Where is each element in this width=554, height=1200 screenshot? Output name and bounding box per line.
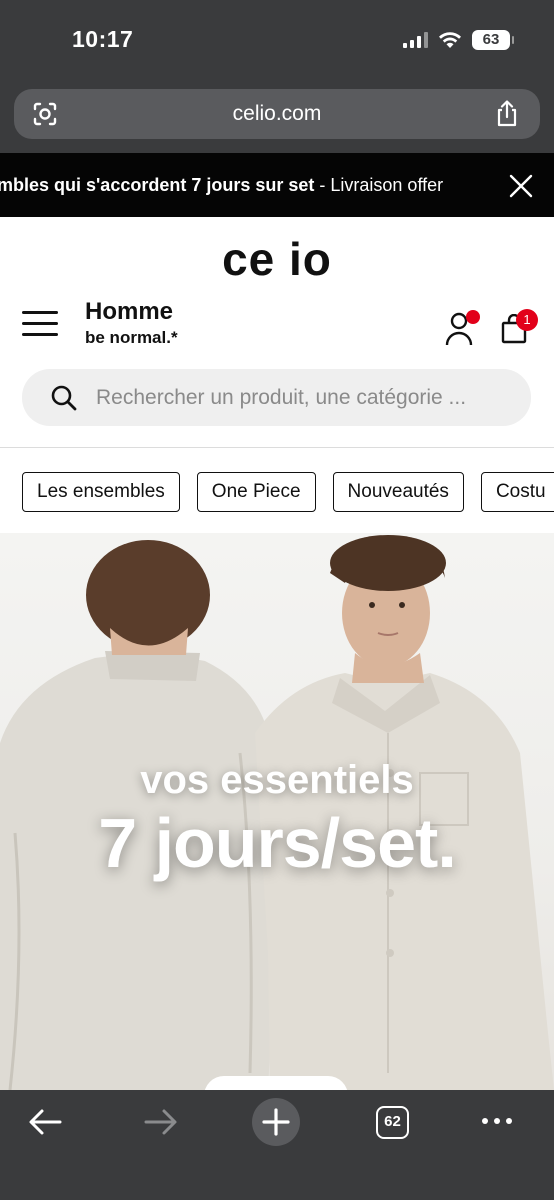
plus-icon (262, 1108, 290, 1136)
close-icon[interactable] (508, 173, 534, 199)
promo-banner[interactable]: mbles qui s'accordent 7 jours sur set - … (0, 153, 554, 217)
browser-chrome-top: 10:17 63 celio.com (0, 0, 554, 153)
battery-icon: 63 (472, 30, 514, 50)
hero-subtitle: vos essentiels (140, 758, 414, 802)
tabs-icon[interactable]: 62 (376, 1106, 409, 1139)
share-icon[interactable] (494, 100, 520, 128)
forward-arrow-icon[interactable] (144, 1108, 178, 1136)
hero-title: 7 jours/set. (98, 804, 457, 882)
brand-tagline: be normal.* (85, 328, 178, 347)
hero-banner[interactable]: vos essentiels 7 jours/set. (0, 533, 554, 1090)
account-notification-dot (466, 310, 480, 324)
signal-icon (403, 32, 428, 48)
search-input[interactable] (96, 369, 512, 426)
category-chip-nouveautes[interactable]: Nouveautés (332, 472, 464, 512)
promo-separator: - (314, 175, 331, 195)
address-bar[interactable]: celio.com (14, 89, 540, 139)
gender-selector[interactable]: Homme be normal.* (85, 298, 178, 348)
search-icon (51, 385, 77, 411)
status-time: 10:17 (72, 26, 134, 52)
search-bar[interactable] (22, 369, 531, 426)
promo-bold-text: mbles qui s'accordent 7 jours sur set (0, 175, 315, 195)
category-chip-costumes[interactable]: Costu (480, 472, 554, 512)
status-indicators: 63 (403, 30, 514, 50)
hero-cta-button[interactable] (204, 1076, 348, 1090)
promo-normal-text: Livraison offer (330, 175, 444, 195)
category-chips: Les ensembles One Piece Nouveautés Costu (22, 472, 554, 512)
cart-count-badge: 1 (516, 309, 538, 331)
browser-toolbar: 62 (0, 1090, 554, 1200)
category-chip-les-ensembles[interactable]: Les ensembles (22, 472, 180, 512)
category-chip-one-piece[interactable]: One Piece (196, 472, 316, 512)
menu-icon[interactable] (22, 311, 58, 337)
brand-logo[interactable]: ce io (0, 232, 554, 286)
new-tab-button[interactable] (252, 1098, 300, 1146)
header-divider (0, 447, 554, 448)
more-icon[interactable] (482, 1118, 512, 1124)
gender-title: Homme (85, 298, 174, 325)
back-arrow-icon[interactable] (28, 1108, 62, 1136)
url-text[interactable]: celio.com (14, 102, 540, 126)
promo-text: mbles qui s'accordent 7 jours sur set - … (0, 175, 443, 196)
wifi-icon (439, 32, 461, 48)
